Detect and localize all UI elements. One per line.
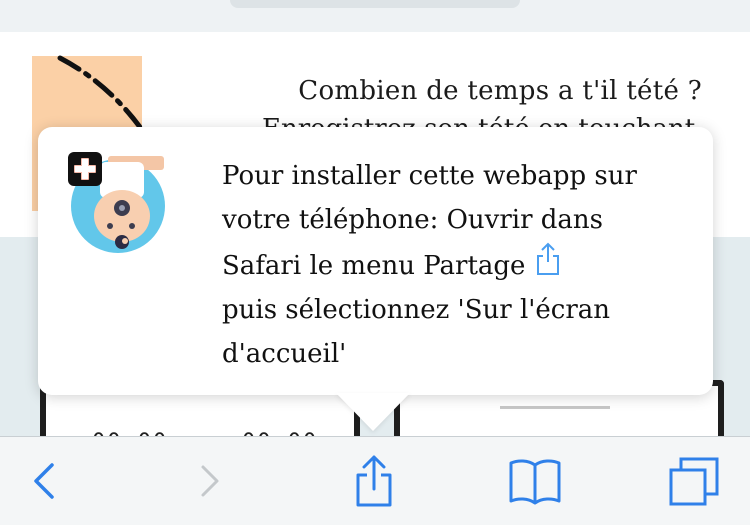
instruction-line: Safari le menu Partage — [222, 251, 526, 281]
book-icon — [509, 459, 561, 505]
address-pill — [230, 0, 520, 8]
share-icon — [356, 455, 392, 507]
page-title: Combien de temps a t'il tété ? — [298, 76, 702, 106]
install-instructions: Pour installer cette webapp sur votre té… — [222, 154, 692, 376]
bookmarks-button[interactable] — [500, 437, 570, 525]
share-button[interactable] — [344, 437, 404, 525]
instruction-line: votre téléphone: Ouvrir dans — [222, 205, 604, 235]
popover-pointer — [336, 393, 410, 431]
chevron-left-icon — [34, 463, 54, 499]
phone-divider — [500, 406, 610, 409]
back-button[interactable] — [14, 437, 74, 525]
instruction-line: Pour installer cette webapp sur — [222, 161, 637, 191]
forward-button[interactable] — [180, 437, 240, 525]
share-icon — [537, 242, 560, 275]
top-strip — [0, 0, 750, 30]
instruction-line: d'accueil' — [222, 339, 347, 369]
instruction-line: puis sélectionnez 'Sur l'écran — [222, 295, 611, 325]
chevron-right-icon — [201, 465, 219, 497]
tabs-icon — [669, 457, 719, 506]
tabs-button[interactable] — [664, 437, 724, 525]
baby-face-add-icon — [68, 152, 165, 253]
browser-toolbar — [0, 436, 750, 525]
